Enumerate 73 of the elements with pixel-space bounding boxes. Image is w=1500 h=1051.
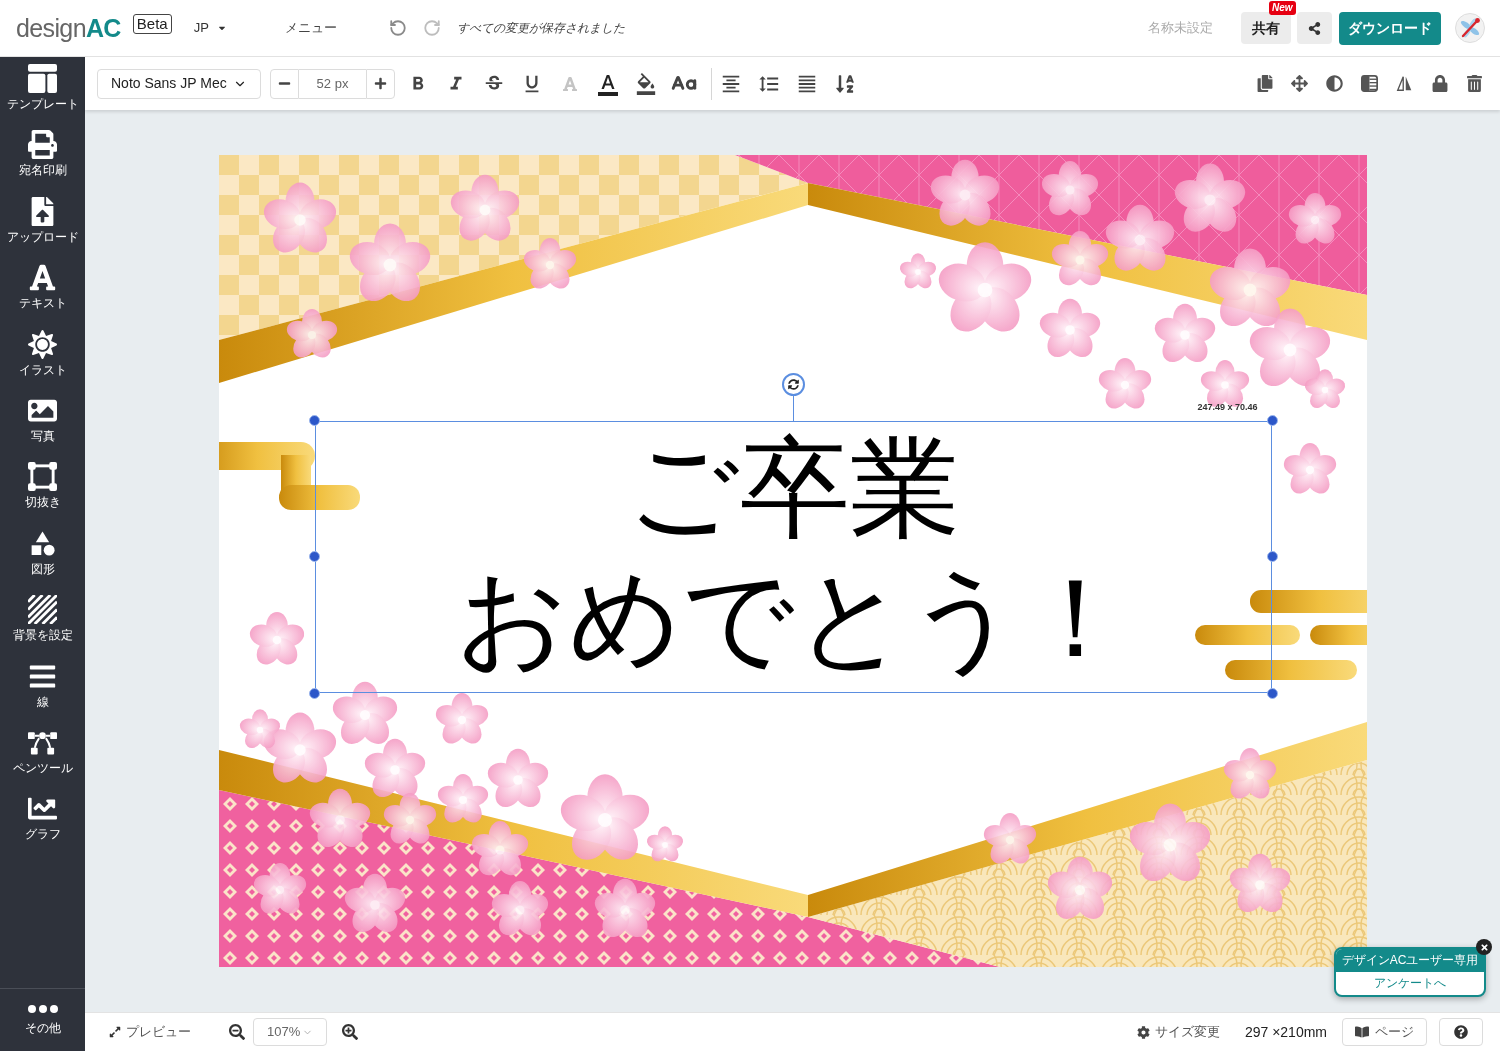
increase-size-button[interactable] <box>366 68 395 99</box>
letter-a-icon <box>28 263 57 293</box>
help-button[interactable] <box>1439 1018 1483 1046</box>
expand-icon <box>109 1026 121 1038</box>
crop-frame-icon <box>28 462 57 492</box>
sidebar-item[interactable]: アップロード <box>0 189 85 257</box>
printer-icon <box>28 130 57 160</box>
font-size-field[interactable]: 52 px <box>299 68 366 99</box>
resize-handle[interactable] <box>308 688 320 699</box>
transparency-icon[interactable] <box>1361 75 1378 92</box>
rotate-icon <box>787 379 799 390</box>
download-button[interactable]: ダウンロード <box>1339 11 1441 45</box>
zoom-in-icon[interactable] <box>342 1024 359 1040</box>
preview-button[interactable]: プレビュー <box>109 1022 191 1042</box>
save-status: すべての変更が保存されました <box>456 20 625 37</box>
decrease-size-button[interactable] <box>270 68 299 99</box>
contrast-icon[interactable] <box>1326 75 1343 92</box>
resize-handle[interactable] <box>1266 688 1278 699</box>
sidebar-item[interactable]: 図形 <box>0 521 85 589</box>
logo[interactable]: designAC <box>16 15 121 41</box>
zoom-select[interactable]: 107% <box>253 1018 328 1046</box>
survey-popup[interactable]: デザインACユーザー専用 アンケートへ <box>1334 947 1486 997</box>
plus-icon <box>374 77 387 90</box>
language-select[interactable]: JP <box>193 18 227 38</box>
share-button[interactable]: 共有 <box>1241 12 1291 44</box>
paint-bucket-icon[interactable] <box>635 72 657 95</box>
survey-title: デザインACユーザー専用 <box>1336 949 1484 972</box>
flip-icon[interactable] <box>1396 75 1413 92</box>
trash-icon[interactable] <box>1467 75 1482 92</box>
sidebar-item[interactable]: 宛名印刷 <box>0 123 85 190</box>
lock-icon[interactable] <box>1431 75 1448 92</box>
dragonfly-avatar-icon[interactable] <box>1455 13 1485 43</box>
close-icon <box>1479 942 1489 952</box>
selection-box[interactable] <box>314 421 1272 693</box>
menu-button[interactable]: メニュー <box>284 18 337 38</box>
close-button[interactable] <box>1476 939 1492 955</box>
share-link-button[interactable] <box>1297 12 1332 44</box>
template-layout-icon <box>28 64 57 93</box>
more-dots-icon <box>27 1004 58 1013</box>
paper-size: 297 ×210mm <box>1244 1022 1327 1042</box>
new-badge: New <box>1269 1 1296 15</box>
settings-icon <box>1136 1025 1150 1039</box>
font-family-select[interactable]: Noto Sans JP Mec <box>97 68 261 99</box>
sidebar-item[interactable]: グラフ <box>0 787 85 854</box>
sidebar-item[interactable]: 背景を設定 <box>0 588 85 655</box>
book-icon <box>1355 1025 1369 1039</box>
sidebar-item[interactable]: ペンツール <box>0 720 85 788</box>
copy-icon[interactable] <box>1256 75 1273 92</box>
greeting-headline[interactable]: おめでとう！ <box>455 553 1131 683</box>
zoom-out-icon[interactable] <box>229 1024 245 1040</box>
resize-handle[interactable] <box>308 551 320 562</box>
sidebar-item[interactable]: 線 <box>0 654 85 721</box>
help-icon <box>1454 1025 1468 1039</box>
survey-link[interactable]: アンケートへ <box>1336 972 1484 995</box>
sidebar-item[interactable]: テンプレート <box>0 57 85 124</box>
resize-handle[interactable] <box>308 415 320 426</box>
sidebar-item[interactable]: テキスト <box>0 256 85 323</box>
sort-alpha-down-icon[interactable] <box>835 73 855 94</box>
greeting-headline[interactable]: ご卒業 <box>626 423 960 553</box>
resize-handle[interactable] <box>1266 551 1278 562</box>
size-label: 247.49 x 70.46 <box>1197 402 1258 413</box>
share-icon <box>1308 21 1321 35</box>
sun-icon <box>28 329 57 359</box>
resize-handle[interactable] <box>1266 415 1278 426</box>
sidebar-item[interactable]: 切抜き <box>0 455 85 522</box>
undo-icon[interactable] <box>388 19 407 37</box>
pages-button[interactable]: ページ <box>1342 1018 1427 1046</box>
resize-button[interactable]: サイズ変更 <box>1136 1022 1220 1042</box>
diagonal-stripes-icon <box>28 595 57 625</box>
sidebar-item[interactable]: 写真 <box>0 388 85 456</box>
beta-badge: Beta <box>132 14 172 34</box>
sidebar-item[interactable]: イラスト <box>0 322 85 389</box>
move-arrows-icon[interactable] <box>1291 75 1308 92</box>
